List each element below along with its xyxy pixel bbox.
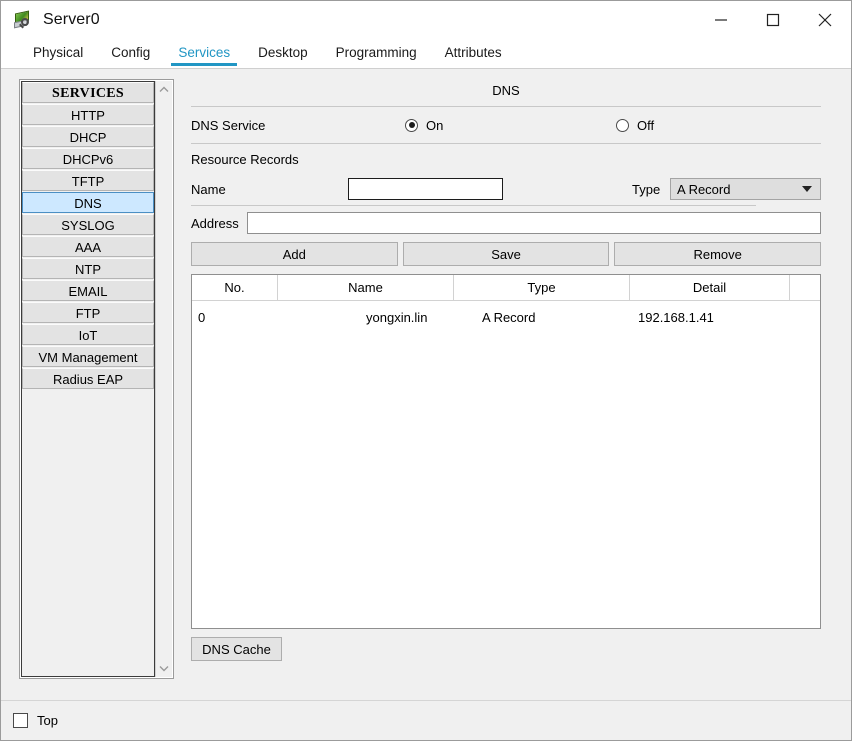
close-icon[interactable] — [799, 1, 851, 38]
dns-service-off-option[interactable]: Off — [616, 118, 654, 133]
radio-off-label: Off — [637, 117, 655, 133]
type-label: Type — [632, 181, 661, 197]
record-type-value: A Record — [677, 181, 731, 197]
tab-desktop[interactable]: Desktop — [244, 37, 322, 68]
dns-cache-row: DNS Cache — [191, 637, 821, 661]
radio-on-icon[interactable] — [405, 118, 418, 132]
record-name-row: Name Type A Record — [191, 173, 821, 205]
tab-label: Programming — [335, 45, 417, 60]
column-header-detail[interactable]: Detail — [630, 275, 790, 300]
column-header-name[interactable]: Name — [278, 275, 454, 300]
tab-label: Config — [111, 45, 151, 60]
tab-services[interactable]: Services — [164, 37, 244, 68]
cell-type: A Record — [482, 309, 536, 325]
save-button[interactable]: Save — [402, 242, 610, 266]
services-sidebar: SERVICES HTTP DHCP DHCPv6 TFTP DNS SYSLO… — [19, 79, 174, 679]
tab-programming[interactable]: Programming — [322, 37, 431, 68]
tab-label: Services — [178, 45, 231, 60]
minimize-icon[interactable] — [695, 1, 747, 38]
cell-name: yongxin.lin — [366, 309, 428, 325]
sidebar-item-radius-eap[interactable]: Radius EAP — [22, 368, 154, 389]
table-row[interactable]: 0 yongxin.lin A Record 192.168.1.41 — [192, 301, 820, 333]
sidebar-item-tftp[interactable]: TFTP — [22, 170, 154, 191]
sidebar-item-ntp[interactable]: NTP — [22, 258, 154, 279]
content-area: SERVICES HTTP DHCP DHCPv6 TFTP DNS SYSLO… — [1, 69, 851, 700]
radio-off-icon[interactable] — [616, 118, 629, 132]
sidebar-item-vm-management[interactable]: VM Management — [22, 346, 154, 367]
column-header-type[interactable]: Type — [454, 275, 630, 300]
dns-service-on-option[interactable]: On — [405, 118, 443, 133]
remove-button[interactable]: Remove — [614, 242, 822, 266]
tab-physical[interactable]: Physical — [19, 37, 97, 68]
sidebar-item-ftp[interactable]: FTP — [22, 302, 154, 323]
record-action-buttons: Add Save Remove — [191, 242, 822, 266]
services-list: SERVICES HTTP DHCP DHCPv6 TFTP DNS SYSLO… — [21, 81, 155, 677]
sidebar-item-dhcpv6[interactable]: DHCPv6 — [22, 148, 154, 169]
name-label: Name — [191, 181, 226, 197]
sidebar-item-dhcp[interactable]: DHCP — [22, 126, 154, 147]
sidebar-item-http[interactable]: HTTP — [22, 104, 154, 125]
tab-label: Physical — [33, 45, 84, 60]
cell-detail: 192.168.1.41 — [638, 309, 714, 325]
window-controls — [695, 1, 851, 38]
title-bar: Server0 — [1, 1, 851, 38]
dns-records-table: No. Name Type Detail 0 yongxin.lin A Rec… — [191, 274, 821, 629]
sidebar-item-iot[interactable]: IoT — [22, 324, 154, 345]
top-checkbox[interactable] — [13, 713, 28, 728]
top-label: Top — [37, 713, 58, 728]
sidebar-item-syslog[interactable]: SYSLOG — [22, 214, 154, 235]
sidebar-item-aaa[interactable]: AAA — [22, 236, 154, 257]
address-input[interactable] — [247, 212, 821, 234]
tab-config[interactable]: Config — [97, 37, 164, 68]
column-header-spacer — [790, 275, 820, 300]
sidebar-item-email[interactable]: EMAIL — [22, 280, 154, 301]
dns-panel: DNS DNS Service On Off Resource Records … — [191, 79, 822, 661]
dns-service-row: DNS Service On Off — [191, 107, 821, 143]
add-button[interactable]: Add — [191, 242, 398, 266]
dns-service-label: DNS Service — [191, 117, 266, 133]
maximize-icon[interactable] — [747, 1, 799, 38]
tab-bar: Physical Config Services Desktop Program… — [1, 38, 851, 69]
record-address-row: Address — [191, 206, 821, 240]
sidebar-scrollbar[interactable] — [155, 81, 172, 677]
dns-cache-button[interactable]: DNS Cache — [191, 637, 282, 661]
tab-label: Attributes — [444, 45, 502, 60]
cell-spacer — [790, 301, 820, 333]
window-title: Server0 — [43, 10, 100, 28]
page-title: DNS — [492, 83, 520, 98]
sidebar-header: SERVICES — [22, 82, 154, 103]
tab-label: Desktop — [258, 45, 308, 60]
table-header-row: No. Name Type Detail — [192, 275, 820, 301]
column-header-no[interactable]: No. — [192, 275, 278, 300]
resource-records-label: Resource Records — [191, 152, 299, 167]
cell-no: 0 — [198, 309, 206, 325]
tab-attributes[interactable]: Attributes — [431, 37, 516, 68]
chevron-up-icon[interactable] — [156, 81, 172, 98]
server-config-window: Server0 Physical Config Services Desktop… — [0, 0, 852, 741]
radio-on-label: On — [426, 117, 444, 133]
address-label: Address — [191, 215, 239, 231]
name-input[interactable] — [348, 178, 503, 200]
sidebar-item-dns[interactable]: DNS — [22, 192, 154, 213]
record-type-dropdown[interactable]: A Record — [670, 178, 821, 200]
server-icon — [13, 10, 33, 30]
footer-bar: Top — [1, 700, 851, 740]
chevron-down-icon[interactable] — [156, 660, 172, 677]
chevron-down-icon — [802, 186, 812, 192]
